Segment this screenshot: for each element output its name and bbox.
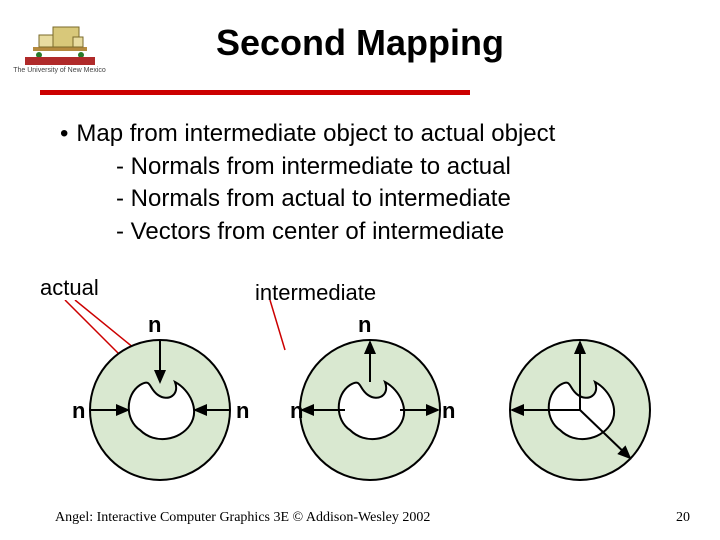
- bullet-main: • Map from intermediate object to actual …: [60, 118, 660, 151]
- page-number: 20: [676, 510, 690, 526]
- n-label: n: [236, 398, 249, 423]
- body-text: • Map from intermediate object to actual …: [60, 118, 660, 248]
- n-label: n: [358, 312, 371, 337]
- diagram-3: [510, 340, 650, 480]
- n-label: n: [72, 398, 85, 423]
- sub-bullet-3: - Vectors from center of intermediate: [116, 216, 660, 248]
- diagram-area: n n n n n n: [40, 300, 680, 490]
- n-label: n: [148, 312, 161, 337]
- title-rule: [40, 90, 470, 95]
- sub-bullet-2: - Normals from actual to intermediate: [116, 183, 660, 215]
- footer-credit: Angel: Interactive Computer Graphics 3E …: [55, 510, 430, 526]
- diagram-2: n n n: [290, 312, 455, 480]
- bullet-dot-icon: •: [60, 120, 68, 147]
- logo-caption: The University of New Mexico: [12, 67, 107, 74]
- n-label: n: [290, 398, 303, 423]
- diagram-1: n n n: [72, 312, 249, 480]
- bullet-main-text: Map from intermediate object to actual o…: [76, 120, 555, 147]
- sub-bullet-1: - Normals from intermediate to actual: [116, 151, 660, 183]
- slide-title: Second Mapping: [0, 22, 720, 64]
- n-label: n: [442, 398, 455, 423]
- label-actual: actual: [40, 275, 99, 301]
